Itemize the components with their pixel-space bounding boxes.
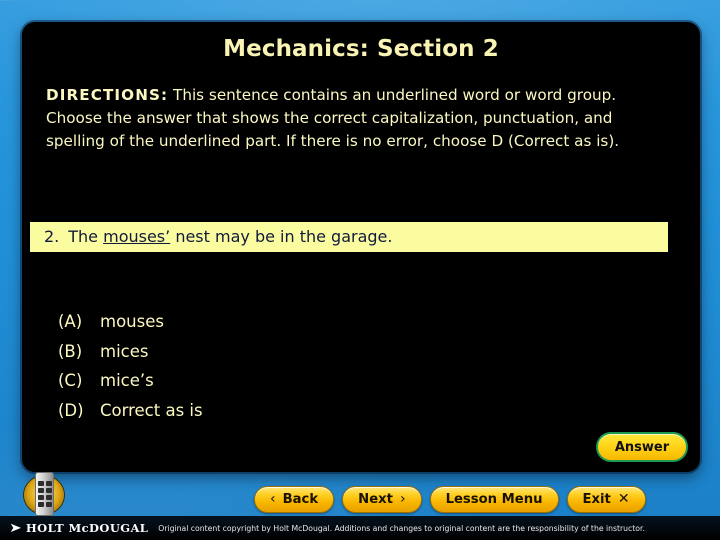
footer-bar: ➤ HOLT McDOUGAL Original content copyrig… — [0, 516, 720, 540]
exit-button-label: Exit — [582, 491, 611, 507]
answer-button[interactable]: Answer — [596, 432, 688, 462]
copyright-notice: Original content copyright by Holt McDou… — [158, 523, 645, 533]
choice-letter: (A) — [58, 312, 83, 331]
question-text-after: nest may be in the garage. — [170, 227, 393, 246]
remote-control-icon — [20, 472, 68, 518]
question-text-before: The — [68, 227, 104, 246]
bottom-navigation-bar: ‹ Back Next › Lesson Menu Exit ✕ — [0, 482, 720, 516]
choice-letter: (C) — [58, 371, 83, 390]
lesson-menu-button[interactable]: Lesson Menu — [429, 485, 559, 513]
choice-letter: (B) — [58, 341, 83, 361]
choice-text: mouses — [100, 312, 164, 331]
choice-letter: (D) — [58, 400, 84, 420]
next-button[interactable]: Next › — [342, 485, 422, 513]
answer-choice-b[interactable]: (B) mices — [58, 337, 203, 367]
choice-text: Correct as is — [100, 400, 203, 420]
answer-choice-d[interactable]: (D) Correct as is — [58, 396, 203, 426]
question-number: 2. — [44, 227, 60, 246]
back-button[interactable]: ‹ Back — [254, 485, 335, 513]
logo-mark-icon: ➤ — [9, 520, 22, 536]
remote-keypad — [35, 472, 54, 516]
choice-text: mice’s — [100, 371, 154, 390]
chevron-left-icon: ‹ — [270, 491, 276, 507]
choice-text: mices — [100, 341, 149, 361]
directions-paragraph: DIRECTIONS: This sentence contains an un… — [22, 62, 700, 153]
close-icon: ✕ — [617, 491, 630, 507]
back-button-label: Back — [282, 491, 319, 507]
page-title: Mechanics: Section 2 — [223, 36, 499, 62]
exit-button[interactable]: Exit ✕ — [566, 485, 646, 513]
question-underlined-phrase: mouses’ — [103, 227, 171, 246]
chevron-right-icon: › — [399, 491, 406, 507]
directions-label: DIRECTIONS: — [46, 86, 169, 104]
next-button-label: Next — [358, 491, 393, 507]
lesson-content-panel: Mechanics: Section 2 DIRECTIONS: This se… — [22, 22, 700, 472]
answer-choice-c[interactable]: (C) mice’s — [58, 366, 203, 396]
question-highlight-bar: 2. The mouses’ nest may be in the garage. — [30, 222, 668, 252]
lesson-menu-button-label: Lesson Menu — [445, 491, 543, 507]
answer-choice-a[interactable]: (A) mouses — [58, 307, 203, 337]
logo-wordmark: HOLT McDOUGAL — [25, 521, 149, 535]
answer-choice-list: (A) mouses (B) mices (C) mice’s (D) Corr… — [58, 307, 203, 425]
holt-mcdougal-logo: ➤ HOLT McDOUGAL — [9, 520, 149, 536]
